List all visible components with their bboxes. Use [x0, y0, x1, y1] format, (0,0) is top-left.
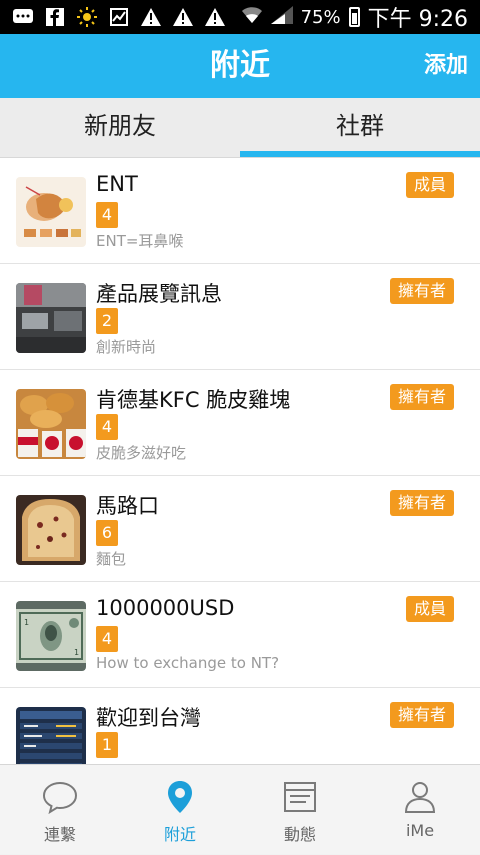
role-badge: 成員 — [405, 172, 454, 198]
list-item[interactable]: 肯德基KFC 脆皮雞塊 4 皮脆多滋好吃 擁有者 — [0, 370, 480, 476]
role-badge: 擁有者 — [389, 490, 454, 516]
role-badge: 成員 — [405, 596, 454, 622]
member-count-badge: 4 — [96, 202, 118, 228]
group-name: ENT — [96, 172, 138, 196]
nav-label: 動態 — [283, 825, 316, 844]
list-item[interactable]: 產品展覽訊息 2 創新時尚 擁有者 — [0, 264, 480, 370]
warning-icon — [172, 7, 194, 27]
nav-label: 附近 — [163, 825, 196, 844]
message-icon — [12, 7, 34, 27]
clock: 下午 9:26 — [367, 7, 468, 32]
status-bar: 75% 下午 9:26 — [0, 0, 480, 34]
app-bar: 附近 添加 — [0, 34, 480, 98]
list-item[interactable]: ENT 4 ENT=耳鼻喉 成員 — [0, 158, 480, 264]
dollar-bill-thumbnail: 11 — [16, 601, 86, 671]
svg-text:1: 1 — [24, 618, 29, 627]
location-pin-icon — [168, 781, 192, 813]
facebook-icon — [44, 7, 66, 27]
list-item[interactable]: 歡迎到台灣 1 擁有者 — [0, 688, 480, 764]
warning-icon — [204, 7, 226, 27]
tab-new-friends[interactable]: 新朋友 — [0, 98, 240, 158]
signal-icon — [270, 5, 293, 29]
chat-bubble-icon — [42, 781, 78, 815]
tab-bar: 新朋友 社群 — [0, 98, 480, 158]
weather-sun-icon — [76, 7, 98, 27]
active-tab-indicator — [240, 151, 480, 157]
role-badge: 擁有者 — [389, 278, 454, 304]
bread-thumbnail — [16, 495, 86, 565]
bottom-navigation: 連繫 附近 動態 iMe — [0, 764, 480, 854]
group-name: 歡迎到台灣 — [96, 706, 201, 730]
chart-icon — [108, 7, 130, 27]
battery-icon — [348, 7, 360, 27]
nav-contacts[interactable]: 連繫 — [0, 765, 120, 855]
feed-icon — [284, 782, 316, 812]
group-description: 麵包 — [96, 550, 127, 568]
group-description: ENT=耳鼻喉 — [96, 232, 184, 250]
role-badge: 擁有者 — [389, 384, 454, 410]
page-title: 附近 — [210, 48, 270, 83]
role-badge: 擁有者 — [389, 702, 454, 728]
svg-text:1: 1 — [74, 648, 79, 657]
exhibition-thumbnail — [16, 283, 86, 353]
battery-percent: 75% — [300, 6, 341, 28]
member-count-badge: 1 — [96, 732, 118, 758]
add-button[interactable]: 添加 — [424, 34, 468, 98]
member-count-badge: 6 — [96, 520, 118, 546]
wifi-icon — [241, 6, 263, 29]
group-description: 皮脆多滋好吃 — [96, 444, 187, 462]
group-name: 馬路口 — [96, 494, 159, 518]
list-item[interactable]: 11 1000000USD 4 How to exchange to NT? 成… — [0, 582, 480, 688]
nav-nearby[interactable]: 附近 — [120, 765, 240, 855]
airport-board-thumbnail — [16, 707, 86, 764]
notification-icons — [12, 5, 226, 29]
member-count-badge: 2 — [96, 308, 118, 334]
tab-communities[interactable]: 社群 — [240, 98, 480, 158]
list-item[interactable]: 馬路口 6 麵包 擁有者 — [0, 476, 480, 582]
group-name: 肯德基KFC 脆皮雞塊 — [96, 388, 291, 412]
member-count-badge: 4 — [96, 626, 118, 652]
group-description: 創新時尚 — [96, 338, 157, 356]
group-name: 產品展覽訊息 — [96, 282, 222, 306]
nav-label: 連繫 — [43, 825, 76, 844]
system-status: 75% 下午 9:26 — [241, 0, 468, 34]
warning-icon — [140, 7, 162, 27]
group-description: How to exchange to NT? — [96, 654, 280, 672]
kfc-nuggets-thumbnail — [16, 389, 86, 459]
nav-ime[interactable]: iMe — [360, 765, 480, 855]
profile-icon — [404, 782, 436, 813]
nav-feed[interactable]: 動態 — [240, 765, 360, 855]
community-list: ENT 4 ENT=耳鼻喉 成員 產品展覽訊息 2 創新時尚 擁有者 肯德基KF… — [0, 158, 480, 764]
member-count-badge: 4 — [96, 414, 118, 440]
nav-label: iMe — [405, 821, 435, 840]
group-name: 1000000USD — [96, 596, 235, 620]
ent-anatomy-thumbnail — [16, 177, 86, 247]
